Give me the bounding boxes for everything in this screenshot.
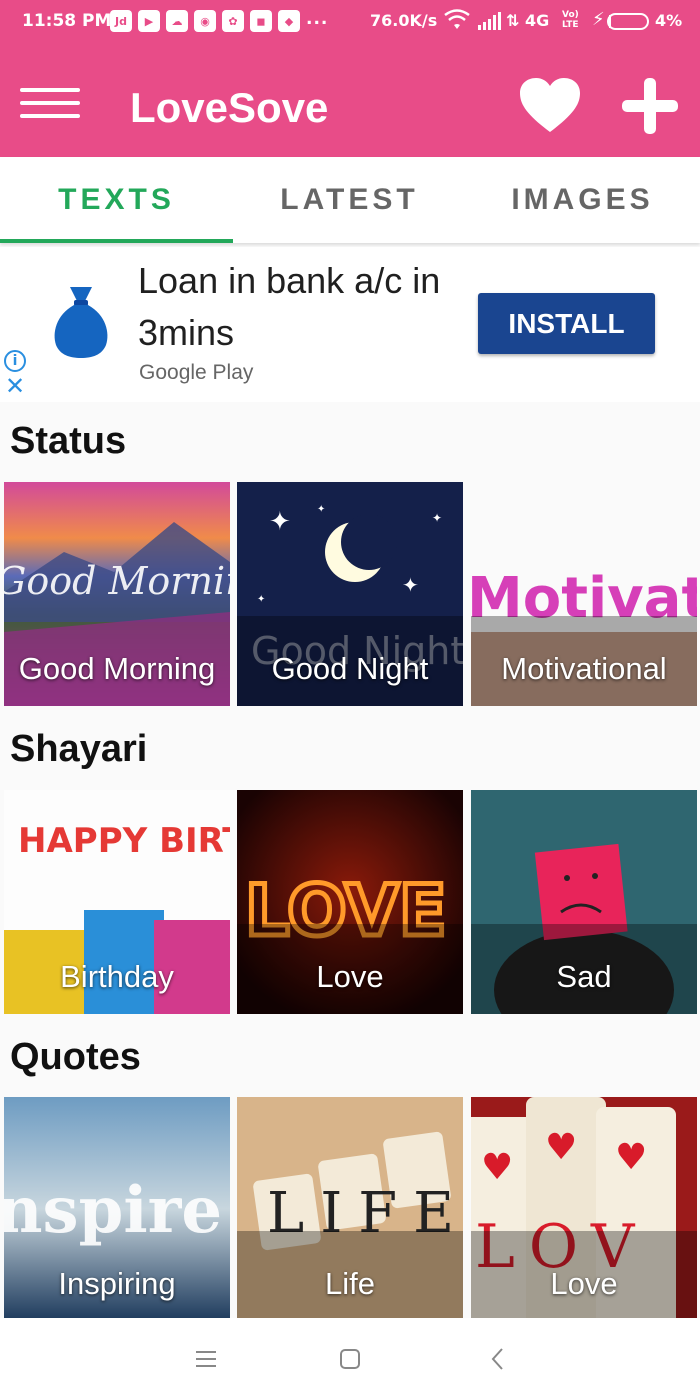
svg-text:♥: ♥	[481, 1147, 513, 1188]
home-icon[interactable]	[330, 1344, 370, 1374]
tile-label: Love	[550, 1266, 618, 1301]
plus-icon[interactable]	[620, 76, 680, 136]
money-bag-icon	[54, 287, 108, 358]
good-morning-art-text: Good Morning	[4, 559, 230, 603]
wifi-icon	[444, 9, 470, 29]
tile-inspiring[interactable]: nspire Inspiring	[4, 1097, 230, 1321]
volte-icon: Vo) LTE	[562, 10, 579, 30]
tile-love[interactable]: LOVE Love	[237, 790, 463, 1014]
svg-text:✦: ✦	[402, 573, 419, 597]
tile-birthday[interactable]: HAPPY BIRTHDAY Birthday	[4, 790, 230, 1014]
svg-text:✦: ✦	[257, 594, 265, 605]
network-type: ⇅ 4G	[506, 11, 550, 30]
tile-label: Motivational	[501, 651, 667, 686]
tile-love-quotes[interactable]: ♥ ♥ ♥ LOV Love	[471, 1097, 697, 1321]
svg-text:✦: ✦	[432, 511, 442, 525]
hamburger-icon[interactable]	[20, 88, 80, 120]
svg-text:♥: ♥	[545, 1127, 577, 1168]
back-icon[interactable]	[478, 1344, 518, 1374]
svg-text:✦: ✦	[269, 507, 291, 537]
tab-images[interactable]: IMAGES	[466, 157, 699, 243]
svg-text:♥: ♥	[615, 1137, 647, 1178]
app-bar: LoveSove	[0, 42, 700, 157]
ad-info-icon[interactable]: i	[4, 350, 26, 372]
section-title-quotes: Quotes	[10, 1036, 141, 1078]
festival-app-icon: ✿	[222, 10, 244, 32]
ad-close-icon[interactable]: ✕	[4, 374, 26, 398]
tile-label: Life	[325, 1266, 375, 1301]
play-store-icon: ▶	[138, 10, 160, 32]
tile-sad[interactable]: Sad	[471, 790, 697, 1014]
tab-bar: TEXTS LATEST IMAGES	[0, 157, 700, 243]
notification-icons: Jd ▶ ☁ ◉ ✿ ◼ ◆	[110, 10, 300, 32]
tab-texts[interactable]: TEXTS	[0, 157, 233, 243]
birthday-art-text: HAPPY BIRTHDAY	[18, 821, 230, 861]
tile-label: Inspiring	[58, 1266, 176, 1301]
photos-app-icon: ◆	[278, 10, 300, 32]
more-notifications-icon: ...	[306, 9, 329, 29]
tile-life[interactable]: LIFE Life	[237, 1097, 463, 1321]
network-speed: 76.0K/s	[370, 11, 438, 30]
tab-indicator	[0, 239, 233, 243]
tile-label: Birthday	[60, 959, 174, 994]
blue-app-icon: ◼	[250, 10, 272, 32]
battery-percent: 4%	[655, 11, 683, 30]
inspiring-art-text: nspire	[4, 1173, 222, 1248]
tile-good-night[interactable]: ✦ ✦ ✦ ✦ ✦ Good Night Good Night	[237, 482, 463, 706]
battery-icon	[607, 13, 649, 30]
jd-app-icon: Jd	[110, 10, 132, 32]
section-title-status: Status	[10, 420, 127, 462]
ad-headline[interactable]: Loan in bank a/c in 3mins	[138, 255, 458, 359]
install-button[interactable]: INSTALL	[478, 293, 655, 354]
status-time: 11:58 PM	[22, 11, 112, 31]
tile-label: Love	[316, 959, 384, 994]
tile-motivational[interactable]: Motivatio Motivational	[471, 482, 697, 706]
tile-label: Good Night	[271, 651, 429, 686]
svg-text:✦: ✦	[317, 504, 325, 515]
ad-source: Google Play	[139, 361, 254, 384]
tab-latest[interactable]: LATEST	[233, 157, 466, 243]
battery-level	[609, 15, 611, 28]
tile-good-morning[interactable]: Good Morning Good Morning	[4, 482, 230, 706]
ad-banner[interactable]: Loan in bank a/c in 3mins Google Play IN…	[0, 247, 700, 402]
orange-app-icon: ◉	[194, 10, 216, 32]
heart-icon[interactable]	[520, 78, 580, 134]
network-type-label: 4G	[524, 11, 550, 30]
section-title-shayari: Shayari	[10, 728, 148, 770]
cloud-app-icon: ☁	[166, 10, 188, 32]
charging-icon: ⚡	[592, 9, 605, 30]
tile-label: Good Morning	[18, 651, 216, 686]
recent-apps-icon[interactable]	[186, 1344, 226, 1374]
signal-icon	[478, 12, 501, 30]
status-bar: 11:58 PM Jd ▶ ☁ ◉ ✿ ◼ ◆ ... 76.0K/s ⇅ 4G…	[0, 0, 700, 42]
app-title: LoveSove	[130, 84, 329, 131]
tile-label: Sad	[556, 959, 612, 994]
system-nav-bar	[0, 1318, 700, 1400]
